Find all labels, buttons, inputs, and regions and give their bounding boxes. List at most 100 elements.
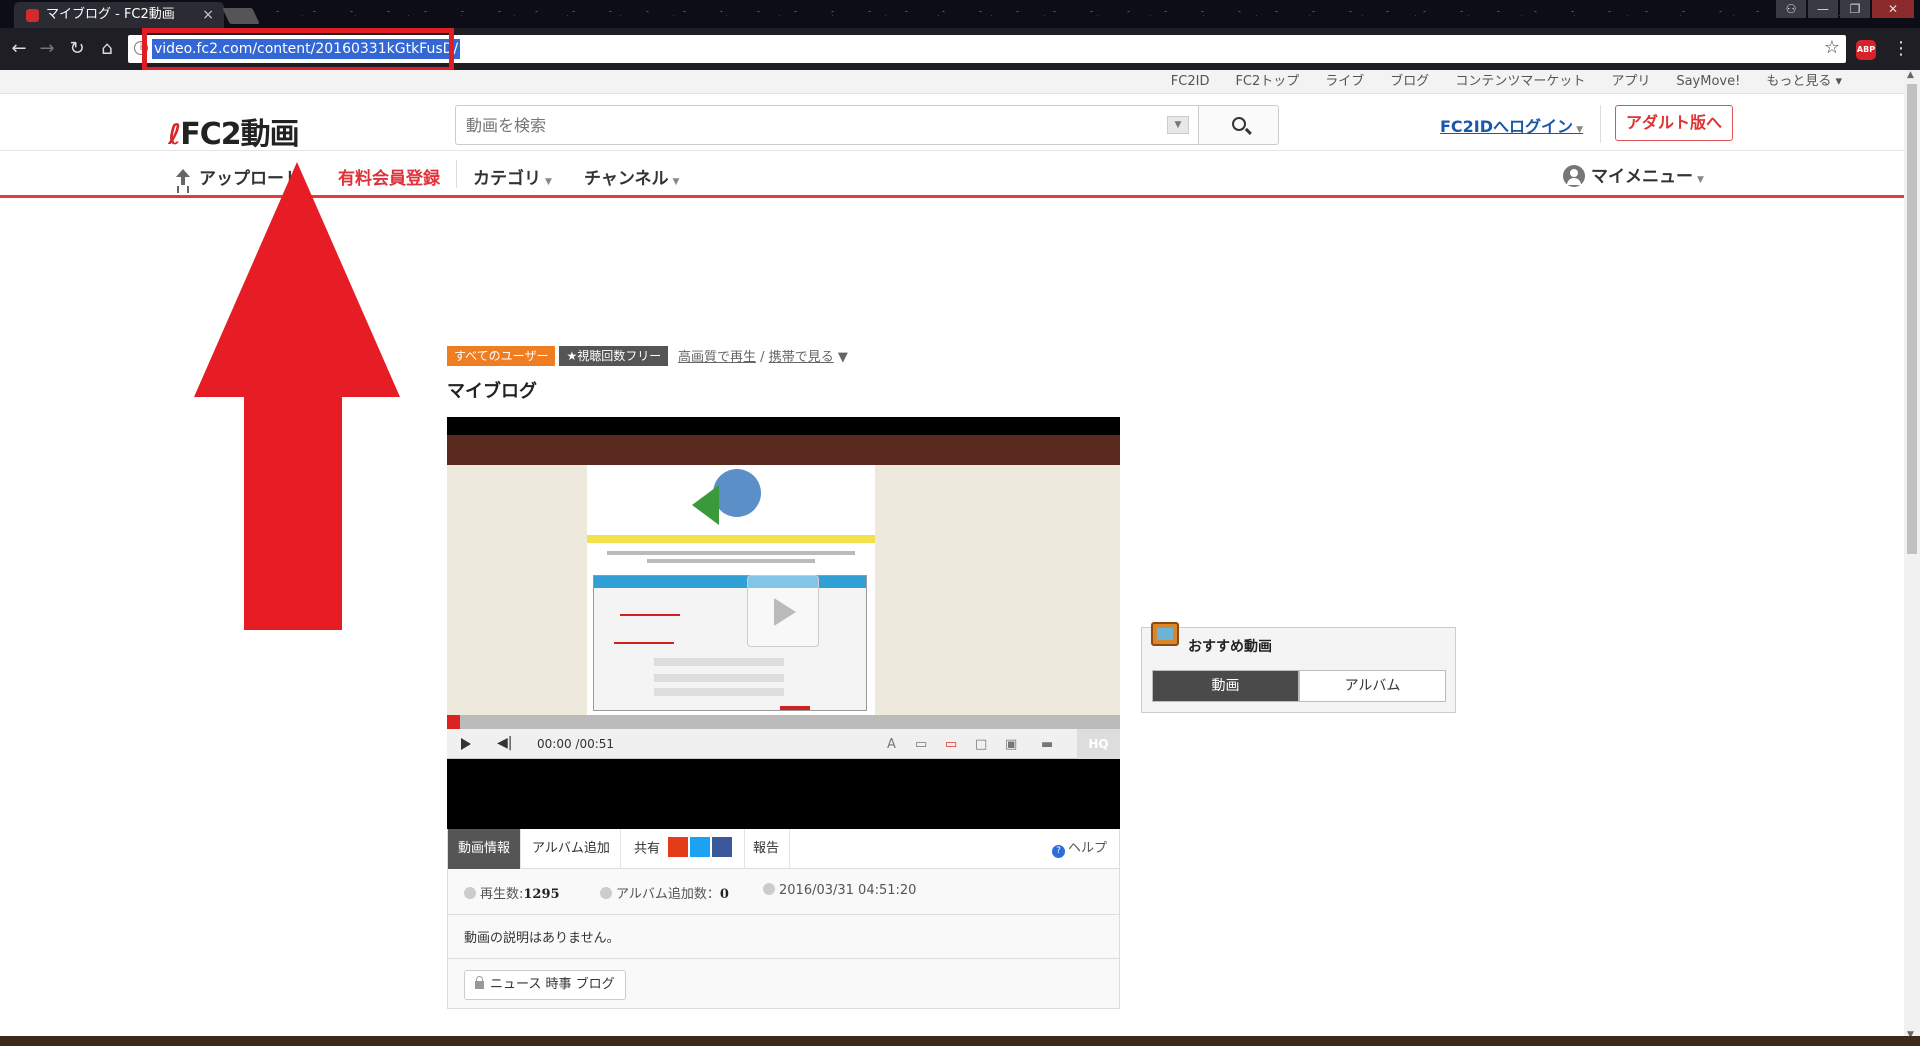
mymenu-label: マイメニュー bbox=[1591, 167, 1693, 187]
recommended-videos-widget: おすすめ動画 動画 アルバム bbox=[1141, 622, 1456, 713]
chevron-down-icon: ▼ bbox=[545, 177, 552, 187]
help-link[interactable]: ? ヘルプ bbox=[1051, 829, 1107, 869]
tab-recommended-albums[interactable]: アルバム bbox=[1299, 670, 1446, 702]
album-count: 0 bbox=[719, 887, 729, 902]
tab-recommended-videos[interactable]: 動画 bbox=[1152, 670, 1299, 702]
search-icon bbox=[1232, 117, 1246, 131]
minimize-button[interactable]: — bbox=[1808, 0, 1838, 18]
global-nav-item[interactable]: もっと見る ▾ bbox=[1766, 70, 1842, 94]
hq-button[interactable]: HQ bbox=[1077, 729, 1120, 759]
tab-video-info[interactable]: 動画情報 bbox=[448, 829, 522, 869]
video-tag-button[interactable]: ニュース 時事 ブログ bbox=[464, 970, 626, 1000]
video-tag-label: ニュース 時事 ブログ bbox=[490, 977, 615, 992]
tab-share[interactable]: 共有 bbox=[624, 829, 746, 869]
help-icon: ? bbox=[1051, 845, 1065, 858]
chevron-down-icon: ▼ bbox=[1573, 125, 1584, 135]
global-nav-item[interactable]: コンテンツマーケット bbox=[1455, 70, 1585, 94]
maximize-button[interactable]: ❐ bbox=[1840, 0, 1870, 18]
back-arrow-icon[interactable]: ← bbox=[8, 38, 30, 60]
clock-icon bbox=[763, 883, 775, 895]
twitter-icon[interactable] bbox=[690, 837, 711, 857]
chevron-down-icon: ▼ bbox=[1697, 175, 1704, 185]
search-button[interactable] bbox=[1198, 105, 1279, 145]
reload-icon[interactable]: ↻ bbox=[66, 38, 88, 60]
video-badges: すべてのユーザー ★視聴回数フリー bbox=[447, 345, 672, 366]
adult-version-button[interactable]: アダルト版へ bbox=[1615, 105, 1733, 141]
channel-menu[interactable]: チャンネル ▼ bbox=[584, 164, 679, 189]
plus-icon bbox=[600, 887, 612, 899]
tab-report[interactable]: 報告 bbox=[743, 829, 791, 869]
play-overlay-icon[interactable] bbox=[747, 575, 819, 647]
browser-menu-icon[interactable]: ⋮ bbox=[1892, 38, 1910, 59]
channel-label: チャンネル bbox=[584, 169, 669, 189]
logo-text: FC2動画 bbox=[180, 117, 299, 152]
eye-icon bbox=[464, 887, 476, 899]
link-separator: / bbox=[760, 350, 765, 365]
chevron-down-icon: ▼ bbox=[672, 177, 680, 187]
mobile-view-link[interactable]: 携帯で見る bbox=[769, 350, 834, 365]
search-bar: ▼ bbox=[455, 105, 1279, 145]
subtitle-icon[interactable]: A bbox=[887, 737, 896, 752]
player-controls: ◀| 00:00 /00:51 A ▭ ▭ □ ▣ ▬ HQ bbox=[447, 729, 1120, 759]
global-nav-item[interactable]: ブログ bbox=[1390, 70, 1429, 94]
user-icon[interactable]: ⚇ bbox=[1776, 0, 1806, 18]
global-nav-item[interactable]: アプリ bbox=[1611, 70, 1650, 94]
forward-arrow-icon[interactable]: → bbox=[36, 38, 58, 60]
login-label: FC2IDへログイン bbox=[1440, 117, 1574, 136]
category-menu[interactable]: カテゴリ ▼ bbox=[473, 164, 552, 189]
web-page: FC2ID FC2トップ ライブ ブログ コンテンツマーケット アプリ SayMove! もっ… bbox=[0, 70, 1904, 1040]
fc2-logo[interactable]: ℓFC2動画 bbox=[168, 109, 300, 153]
video-tag-row: ニュース 時事 ブログ bbox=[447, 959, 1120, 1009]
tab-close-icon[interactable]: × bbox=[202, 2, 214, 28]
volume-icon[interactable]: ◀| bbox=[497, 735, 512, 751]
browser-tab[interactable]: マイブログ - FC2動画 × bbox=[14, 2, 224, 28]
hq-play-link[interactable]: 高画質で再生 bbox=[678, 350, 756, 365]
global-nav-item[interactable]: FC2トップ bbox=[1235, 70, 1299, 94]
normal-size-icon[interactable]: □ bbox=[975, 737, 987, 752]
facebook-icon[interactable] bbox=[712, 837, 733, 857]
recommended-title: おすすめ動画 bbox=[1188, 639, 1272, 655]
search-input[interactable] bbox=[455, 105, 1199, 145]
comment-icon[interactable]: ▭ bbox=[915, 737, 927, 752]
search-dropdown-icon[interactable]: ▼ bbox=[1167, 116, 1189, 134]
tab-album-add[interactable]: アルバム追加 bbox=[522, 829, 621, 869]
album-label: アルバム追加数： bbox=[616, 887, 720, 902]
fc2-favicon-icon bbox=[26, 9, 39, 22]
fc2-global-nav: FC2ID FC2トップ ライブ ブログ コンテンツマーケット アプリ SayMove! もっ… bbox=[0, 70, 1904, 94]
new-tab-button[interactable] bbox=[222, 8, 260, 24]
video-player[interactable]: ◀| 00:00 /00:51 A ▭ ▭ □ ▣ ▬ HQ bbox=[447, 417, 1120, 857]
taskbar-edge bbox=[0, 1036, 1920, 1046]
lock-icon bbox=[475, 976, 484, 989]
video-frame[interactable] bbox=[447, 435, 1120, 715]
my-menu[interactable]: マイメニュー ▼ bbox=[1563, 162, 1704, 187]
global-nav-item[interactable]: FC2ID bbox=[1171, 70, 1210, 94]
home-icon[interactable]: ⌂ bbox=[96, 38, 118, 60]
scroll-thumb[interactable] bbox=[1907, 84, 1917, 554]
help-label: ヘルプ bbox=[1067, 841, 1107, 856]
chevron-down-icon[interactable]: ▼ bbox=[838, 350, 848, 365]
divider bbox=[1600, 105, 1601, 143]
fc2-share-icon[interactable] bbox=[668, 837, 689, 857]
adblock-plus-icon[interactable]: ABP bbox=[1856, 40, 1876, 60]
upload-date: 2016/03/31 04:51:20 bbox=[779, 883, 917, 898]
page-scrollbar[interactable]: ▲ ▼ bbox=[1904, 70, 1920, 1040]
badge-free-views: ★視聴回数フリー bbox=[559, 346, 669, 366]
video-frame-dialog bbox=[593, 575, 867, 711]
close-window-button[interactable]: ✕ bbox=[1872, 0, 1914, 18]
progress-bar[interactable] bbox=[447, 715, 1120, 729]
wide-size-icon[interactable]: ▣ bbox=[1005, 737, 1017, 752]
browser-title-bar: マイブログ - FC2動画 × ⚇ — ❐ ✕ bbox=[0, 0, 1920, 28]
comment-toggle-icon[interactable]: ▭ bbox=[945, 737, 957, 752]
video-tabs: 動画情報 アルバム追加 共有 報告 ? ヘルプ bbox=[447, 829, 1120, 869]
login-link[interactable]: FC2IDへログイン ▼ bbox=[1440, 113, 1583, 137]
quality-links: 高画質で再生 / 携帯で見る ▼ bbox=[678, 346, 848, 365]
global-nav-item[interactable]: ライブ bbox=[1325, 70, 1364, 94]
video-frame-browser-bar bbox=[447, 435, 1120, 465]
scroll-up-icon[interactable]: ▲ bbox=[1907, 70, 1914, 80]
bookmark-star-icon[interactable]: ☆ bbox=[1824, 37, 1840, 58]
video-description: 動画の説明はありません。 bbox=[447, 915, 1120, 959]
play-icon[interactable] bbox=[461, 738, 471, 750]
recommended-tabs: 動画 アルバム bbox=[1152, 670, 1446, 702]
global-nav-item[interactable]: SayMove! bbox=[1676, 70, 1740, 94]
fullscreen-icon[interactable]: ▬ bbox=[1041, 737, 1053, 752]
